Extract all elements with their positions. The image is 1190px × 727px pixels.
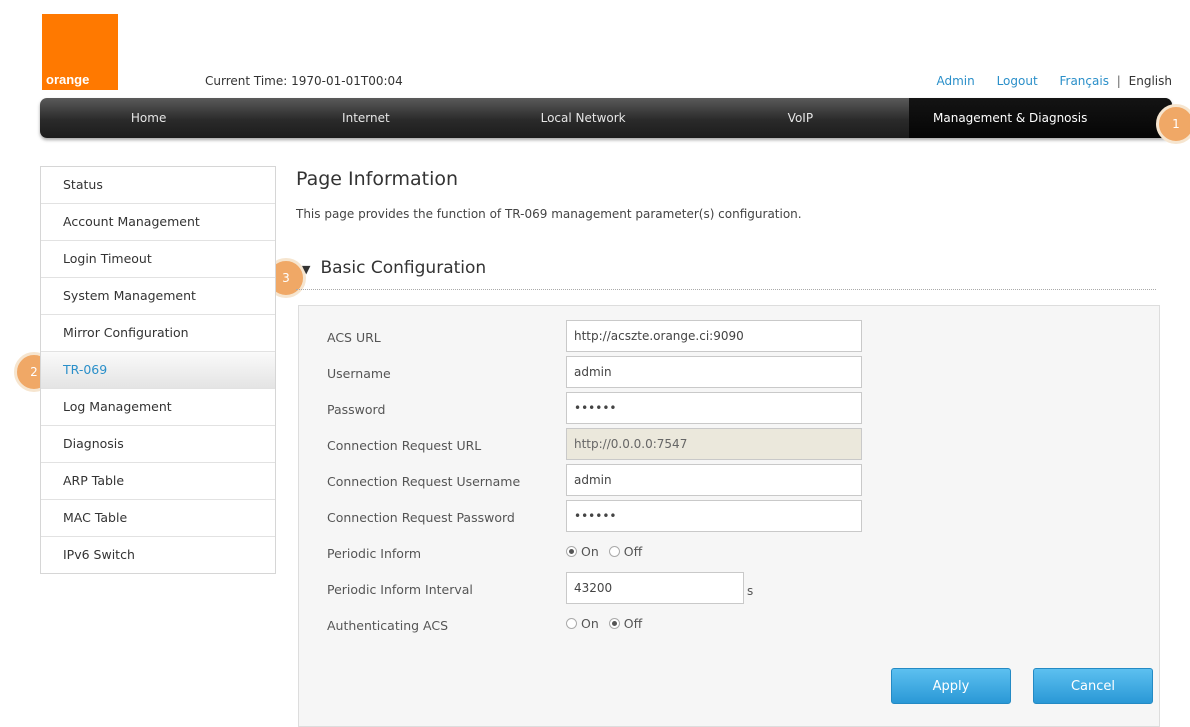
periodic-inform-off-radio[interactable] (608, 546, 620, 557)
sidebar-item-account-management[interactable]: Account Management (41, 204, 275, 241)
section-title: Basic Configuration (320, 258, 487, 278)
username-row: Username (299, 356, 1159, 392)
nav-management-diagnosis[interactable]: Management & Diagnosis (909, 98, 1172, 138)
nav-local-network[interactable]: Local Network (475, 98, 692, 138)
sidebar-item-ipv6-switch[interactable]: IPv6 Switch (41, 537, 275, 573)
connection-request-username-input[interactable] (566, 464, 862, 496)
nav-voip[interactable]: VoIP (692, 98, 909, 138)
francais-link[interactable]: Français (1059, 74, 1108, 88)
acs-url-row: ACS URL (299, 320, 1159, 356)
connection-request-password-input[interactable] (566, 500, 862, 532)
connection-request-username-row: Connection Request Username (299, 464, 1159, 500)
username-label: Username (327, 366, 391, 381)
current-time-label: Current Time: (205, 74, 288, 88)
sidebar-item-status[interactable]: Status (41, 167, 275, 204)
sidebar-item-login-timeout[interactable]: Login Timeout (41, 241, 275, 278)
password-label: Password (327, 402, 386, 417)
page-title: Page Information (296, 168, 459, 190)
acs-url-input[interactable] (566, 320, 862, 352)
english-link[interactable]: English (1129, 74, 1172, 88)
language-separator: | (1116, 74, 1121, 88)
page-description: This page provides the function of TR-06… (296, 207, 802, 221)
sidebar-item-tr069[interactable]: TR-069 (41, 352, 275, 389)
collapse-triangle-icon[interactable]: ▼ (302, 263, 310, 276)
current-time: Current Time: 1970-01-01T00:04 (205, 74, 403, 88)
connection-request-password-row: Connection Request Password (299, 500, 1159, 536)
sidebar-item-mirror-configuration[interactable]: Mirror Configuration (41, 315, 275, 352)
acs-url-label: ACS URL (327, 330, 381, 345)
current-time-value: 1970-01-01T00:04 (291, 74, 403, 88)
periodic-inform-interval-input[interactable] (566, 572, 744, 604)
main-navbar: Home Internet Local Network VoIP Managem… (40, 98, 1172, 138)
password-input[interactable] (566, 392, 862, 424)
authenticating-acs-on-radio[interactable] (566, 618, 577, 629)
password-row: Password (299, 392, 1159, 428)
top-links: Admin Logout Français | English (918, 74, 1172, 88)
logo-text: orange (46, 72, 90, 87)
logout-link[interactable]: Logout (997, 74, 1038, 88)
connection-request-password-label: Connection Request Password (327, 510, 515, 525)
periodic-inform-label: Periodic Inform (327, 546, 422, 561)
section-divider (296, 289, 1156, 290)
connection-request-url-row: Connection Request URL (299, 428, 1159, 464)
periodic-inform-on-label[interactable]: On (581, 544, 599, 559)
periodic-inform-interval-label: Periodic Inform Interval (327, 582, 473, 597)
connection-request-url-input (566, 428, 862, 460)
periodic-inform-row: Periodic Inform On Off (299, 536, 1159, 572)
basic-configuration-panel: ACS URL Username Password Connection Req… (298, 305, 1160, 727)
orange-logo: orange (42, 14, 118, 90)
authenticating-acs-label: Authenticating ACS (327, 618, 449, 633)
interval-unit: s (747, 584, 754, 598)
authenticating-acs-on-label[interactable]: On (581, 616, 599, 631)
section-header-basic-configuration[interactable]: ▼ Basic Configuration (302, 258, 486, 278)
cancel-button[interactable]: Cancel (1033, 668, 1153, 704)
periodic-inform-radio-group: On Off (566, 544, 652, 559)
sidebar: Status Account Management Login Timeout … (40, 166, 276, 574)
authenticating-acs-row: Authenticating ACS On Off (299, 608, 1159, 644)
nav-home[interactable]: Home (40, 98, 257, 138)
periodic-inform-interval-row: Periodic Inform Interval s (299, 572, 1159, 608)
authenticating-acs-off-label[interactable]: Off (624, 616, 642, 631)
connection-request-url-label: Connection Request URL (327, 438, 482, 453)
periodic-inform-on-radio[interactable] (566, 546, 577, 557)
username-input[interactable] (566, 356, 862, 388)
authenticating-acs-off-radio[interactable] (608, 618, 620, 629)
sidebar-item-diagnosis[interactable]: Diagnosis (41, 426, 275, 463)
sidebar-item-system-management[interactable]: System Management (41, 278, 275, 315)
sidebar-item-log-management[interactable]: Log Management (41, 389, 275, 426)
callout-badge-1: 1 (1156, 104, 1190, 144)
apply-button[interactable]: Apply (891, 668, 1011, 704)
nav-internet[interactable]: Internet (257, 98, 474, 138)
authenticating-acs-radio-group: On Off (566, 616, 652, 631)
admin-link[interactable]: Admin (936, 74, 974, 88)
sidebar-item-mac-table[interactable]: MAC Table (41, 500, 275, 537)
connection-request-username-label: Connection Request Username (327, 474, 521, 489)
periodic-inform-off-label[interactable]: Off (624, 544, 642, 559)
sidebar-item-arp-table[interactable]: ARP Table (41, 463, 275, 500)
